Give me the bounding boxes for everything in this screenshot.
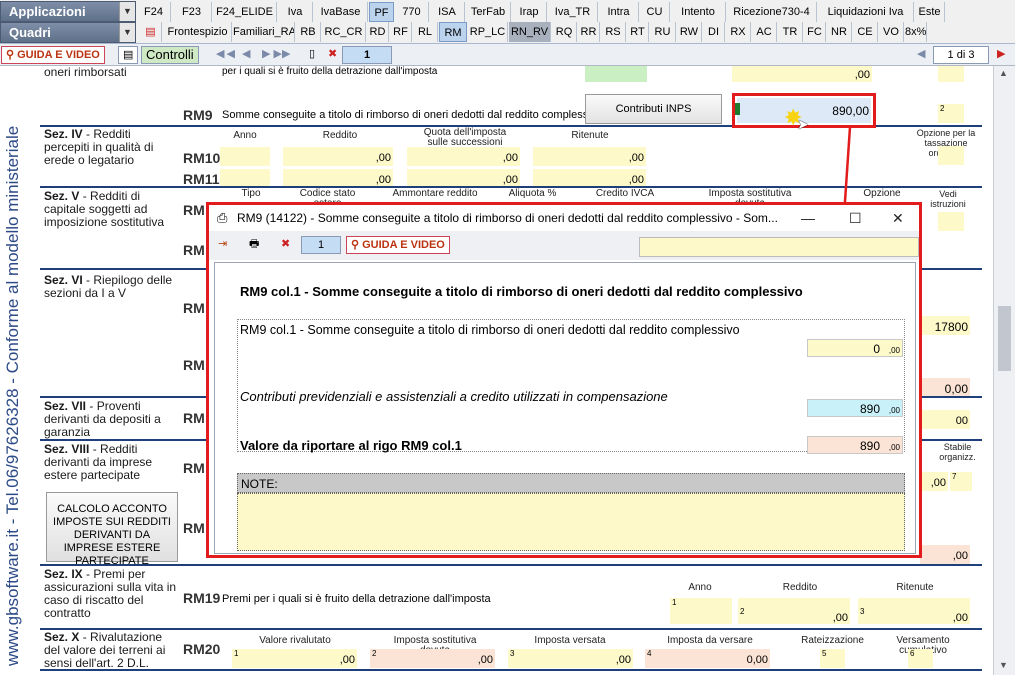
rm9-dialog: ⎙ RM9 (14122) - Somme conseguite a titol…: [206, 202, 922, 558]
line2-dec: ,00: [888, 406, 900, 415]
print-icon[interactable]: 🖶: [245, 236, 263, 254]
line2-input[interactable]: 890,00: [807, 399, 903, 417]
calc-box: [237, 319, 905, 452]
line2-text: Contributi previdenziali e assistenziali…: [240, 389, 668, 404]
line1-value: 0: [873, 342, 880, 356]
line3-dec: ,00: [888, 443, 900, 452]
dialog-page-number[interactable]: 1: [301, 236, 341, 254]
note-header: NOTE:: [237, 473, 905, 493]
note-textarea[interactable]: [237, 493, 905, 551]
close-icon[interactable]: ✕: [892, 205, 904, 231]
line1-text: RM9 col.1 - Somme conseguite a titolo di…: [240, 323, 740, 337]
line2-value: 890: [859, 402, 880, 416]
dialog-toolbar: ⇥ 🖶 ✖ 1 ⚲ GUIDA E VIDEO: [209, 231, 919, 260]
dialog-title: RM9 (14122) - Somme conseguite a titolo …: [237, 211, 778, 225]
exit-icon[interactable]: ⇥: [214, 236, 231, 254]
minimize-icon[interactable]: —: [801, 205, 815, 231]
dialog-heading: RM9 col.1 - Somme conseguite a titolo di…: [240, 284, 803, 299]
line1-input[interactable]: 0,00: [807, 339, 903, 357]
delete-icon[interactable]: ✖: [277, 236, 294, 254]
dialog-guida-label: GUIDA E VIDEO: [362, 239, 445, 251]
line3-input[interactable]: 890,00: [807, 436, 903, 454]
line3-value: 890: [859, 439, 880, 453]
line1-dec: ,00: [888, 346, 900, 355]
line3-text: Valore da riportare al rigo RM9 col.1: [240, 438, 462, 453]
maximize-icon[interactable]: ☐: [849, 205, 862, 231]
window-icon: ⎙: [217, 210, 228, 225]
dialog-body: RM9 col.1 - Somme conseguite a titolo di…: [214, 262, 916, 554]
dialog-info-field: [639, 237, 919, 257]
dialog-guida-button[interactable]: ⚲ GUIDA E VIDEO: [346, 236, 450, 254]
